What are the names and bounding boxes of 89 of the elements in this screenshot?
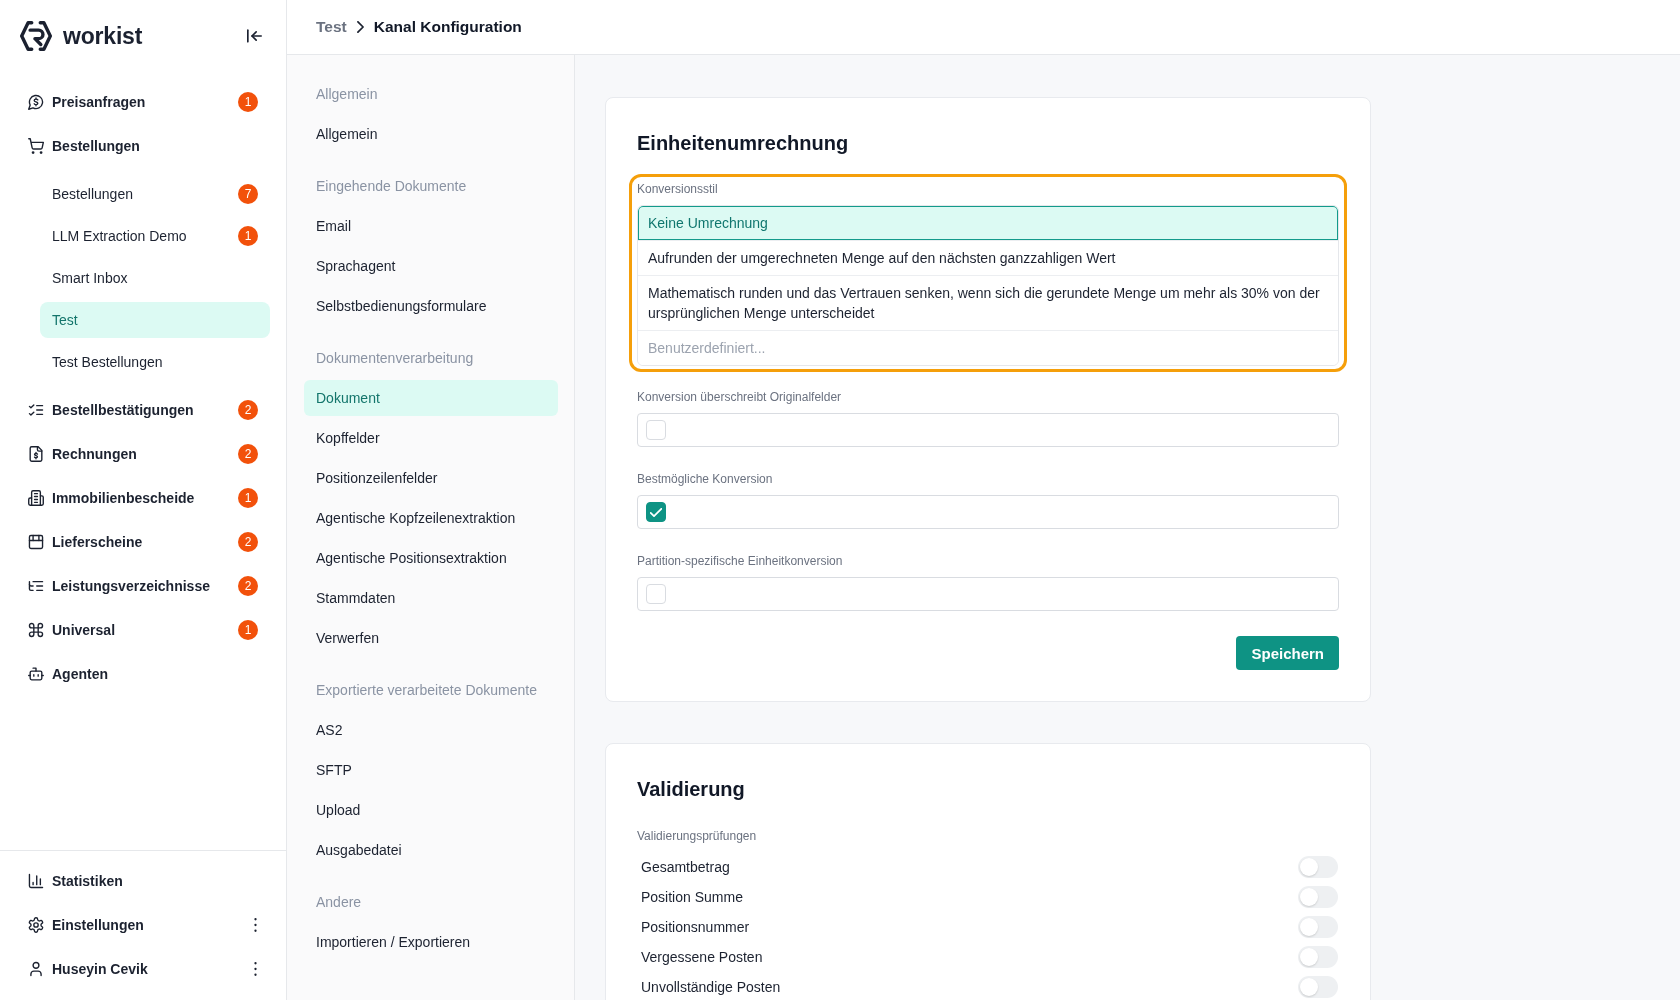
settings-nav-item[interactable]: Upload [304,792,558,828]
nav-item[interactable]: Universal [16,612,238,648]
conversion-option[interactable]: Aufrunden der umgerechneten Menge auf den nächsten ganzzahligen Wert [638,241,1338,276]
robot-icon [28,666,44,682]
check-label: Unvollständige Posten [641,979,781,995]
toggle-switch[interactable] [1298,886,1338,908]
settings-nav-item[interactable]: Selbstbedienungsformulare [304,288,558,324]
nav-section-heading: Eingehende Dokumente [315,177,468,196]
count-badge: 2 [238,532,258,552]
chevron-right-icon [356,21,364,33]
toggle-switch[interactable] [1298,856,1338,878]
conversion-option[interactable]: Keine Umrechnung [638,206,1338,241]
check-label: Gesamtbetrag [641,859,730,875]
settings-icon [28,917,44,933]
count-badge: 2 [238,400,258,420]
tree-list-icon [28,578,44,594]
settings-nav-item[interactable]: Verwerfen [304,620,558,656]
settings-nav-item[interactable]: AS2 [304,712,558,748]
count-badge: 2 [238,444,258,464]
breadcrumb-link[interactable]: Test [316,18,347,36]
settings-nav-item[interactable]: Agentische Kopfzeilenextraktion [304,500,558,536]
field-label: Bestmögliche Konversion [637,471,774,487]
nav-subitem[interactable]: LLM Extraction Demo [40,218,238,254]
nav-item[interactable]: Lieferscheine [16,524,238,560]
toggle-switch[interactable] [1298,976,1338,998]
count-badge: 1 [238,620,258,640]
count-badge: 1 [238,92,258,112]
kebab-menu-icon[interactable] [254,962,257,976]
box-icon [28,534,44,550]
nav-item[interactable]: Leistungsverzeichnisse [16,568,238,604]
nav-subitem[interactable]: Test Bestellungen [40,344,270,380]
bar-chart-icon [28,873,44,889]
nav-section-heading: Andere [315,893,363,912]
logo-icon [20,21,52,51]
settings-nav-item[interactable]: Stammdaten [304,580,558,616]
settings-nav-item[interactable]: Dokument [304,380,558,416]
nav-item[interactable]: Bestellungen [16,128,270,164]
settings-nav-item[interactable]: SFTP [304,752,558,788]
settings-nav-item[interactable]: Sprachagent [304,248,558,284]
nav-item[interactable]: Bestellbestätigungen [16,392,238,428]
nav-item[interactable]: Statistiken [16,863,270,899]
nav-subitem[interactable]: Bestellungen [40,176,238,212]
save-button[interactable]: Speichern [1236,636,1339,670]
nav-item[interactable]: Agenten [16,656,270,692]
speech-bubble-dollar-icon [28,94,44,110]
checkbox[interactable] [646,502,666,522]
card-title: Einheitenumrechnung [637,131,850,155]
card-title: Validierung [637,777,746,801]
cart-icon [28,138,44,154]
field-label: Konversionsstil [637,181,719,197]
count-badge: 1 [238,488,258,508]
checkmark-icon [650,507,662,517]
field-label: Partition-spezifische Einheitkonversion [637,553,844,569]
nav-item[interactable]: Immobilienbescheide [16,480,238,516]
settings-nav-item[interactable]: Email [304,208,558,244]
check-label: Position Summe [641,889,743,905]
nav-subitem[interactable]: Test [40,302,270,338]
toggle-switch[interactable] [1298,916,1338,938]
count-badge: 7 [238,184,258,204]
logo-text: workist [63,22,143,50]
nav-section-heading: Exportierte verarbeitete Dokumente [315,681,538,700]
settings-nav-item[interactable]: Importieren / Exportieren [304,924,558,960]
count-badge: 1 [238,226,258,246]
checklist-icon [28,402,44,418]
nav-section-heading: Dokumentenverarbeitung [315,349,475,368]
settings-nav-item[interactable]: Kopffelder [304,420,558,456]
check-label: Vergessene Posten [641,949,763,965]
nav-item[interactable]: Rechnungen [16,436,238,472]
user-icon [28,961,44,977]
collapse-sidebar-icon[interactable] [247,29,262,43]
check-label: Positionsnummer [641,919,750,935]
nav-subitem[interactable]: Smart Inbox [40,260,270,296]
settings-nav-item[interactable]: Positionzeilenfelder [304,460,558,496]
settings-nav-item[interactable]: Ausgabedatei [304,832,558,868]
settings-nav-item[interactable]: Agentische Positionsextraktion [304,540,558,576]
dollar-document-icon [28,446,44,462]
nav-item[interactable]: Huseyin Cevik [16,951,254,987]
nav-item[interactable]: Preisanfragen [16,84,238,120]
count-badge: 2 [238,576,258,596]
settings-nav-item[interactable]: Allgemein [304,116,558,152]
field-label: Konversion überschreibt Originalfelder [637,389,843,405]
nav-section-heading: Allgemein [315,85,379,104]
command-key-icon [28,622,44,638]
page-title: Kanal Konfiguration [373,18,522,36]
building-icon [28,490,44,506]
kebab-menu-icon[interactable] [254,918,257,932]
field-label: Validierungsprüfungen [637,828,758,844]
toggle-switch[interactable] [1298,946,1338,968]
nav-item[interactable]: Einstellungen [16,907,254,943]
